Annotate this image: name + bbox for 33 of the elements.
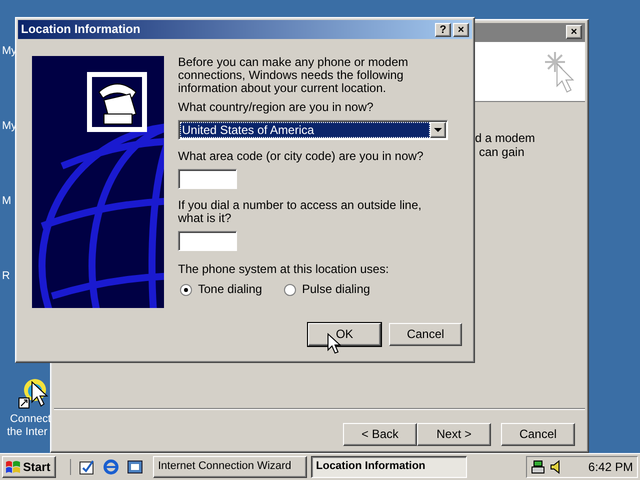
back-button[interactable]: < Back [343, 423, 417, 446]
taskbar-button[interactable]: Location Information [311, 456, 467, 478]
help-button[interactable]: ? [435, 22, 451, 36]
cancel-button[interactable]: Cancel [501, 423, 575, 446]
desktop-icon-label[interactable]: the Inter [7, 426, 48, 440]
close-button[interactable]: × [566, 25, 582, 39]
field-label: What area code (or city code) are you in now? [178, 150, 424, 163]
clock[interactable]: 6:42 PM [588, 460, 633, 474]
windows-logo-icon [5, 460, 21, 474]
window-title: Location Information [21, 22, 142, 37]
area-code-field[interactable] [178, 169, 237, 189]
close-button[interactable]: × [453, 22, 469, 36]
body-text: d a modem [475, 131, 536, 146]
next-button[interactable]: Next > [417, 423, 491, 446]
start-button[interactable]: Start [2, 456, 56, 478]
radio-label[interactable]: Tone dialing [198, 283, 262, 296]
cancel-button[interactable]: Cancel [389, 323, 462, 346]
network-icon[interactable] [531, 459, 547, 475]
body-text: can gain [479, 145, 524, 160]
field-label: If you dial a number to access an outside line, what is it? [178, 199, 422, 225]
desktop-icon-label[interactable]: R [2, 270, 10, 284]
radio-button[interactable] [284, 284, 296, 296]
field-label: The phone system at this location uses: [178, 263, 390, 276]
taskbar-button[interactable]: Internet Connection Wizard [153, 456, 307, 478]
desktop-icon-label[interactable]: M [2, 195, 12, 208]
radio-button[interactable] [180, 284, 192, 296]
country-dropdown[interactable]: United States of America [178, 120, 448, 140]
field-label: What country/region are you in now? [178, 101, 374, 114]
radio-label[interactable]: Pulse dialing [302, 283, 370, 296]
intro-text: Before you can make any phone or modem connections, Windows needs the following information about your current location. [178, 56, 410, 95]
outside-line-field[interactable] [178, 231, 237, 251]
desktop-icon-label[interactable]: Connect [10, 413, 51, 426]
ok-button[interactable]: OK [308, 323, 381, 346]
